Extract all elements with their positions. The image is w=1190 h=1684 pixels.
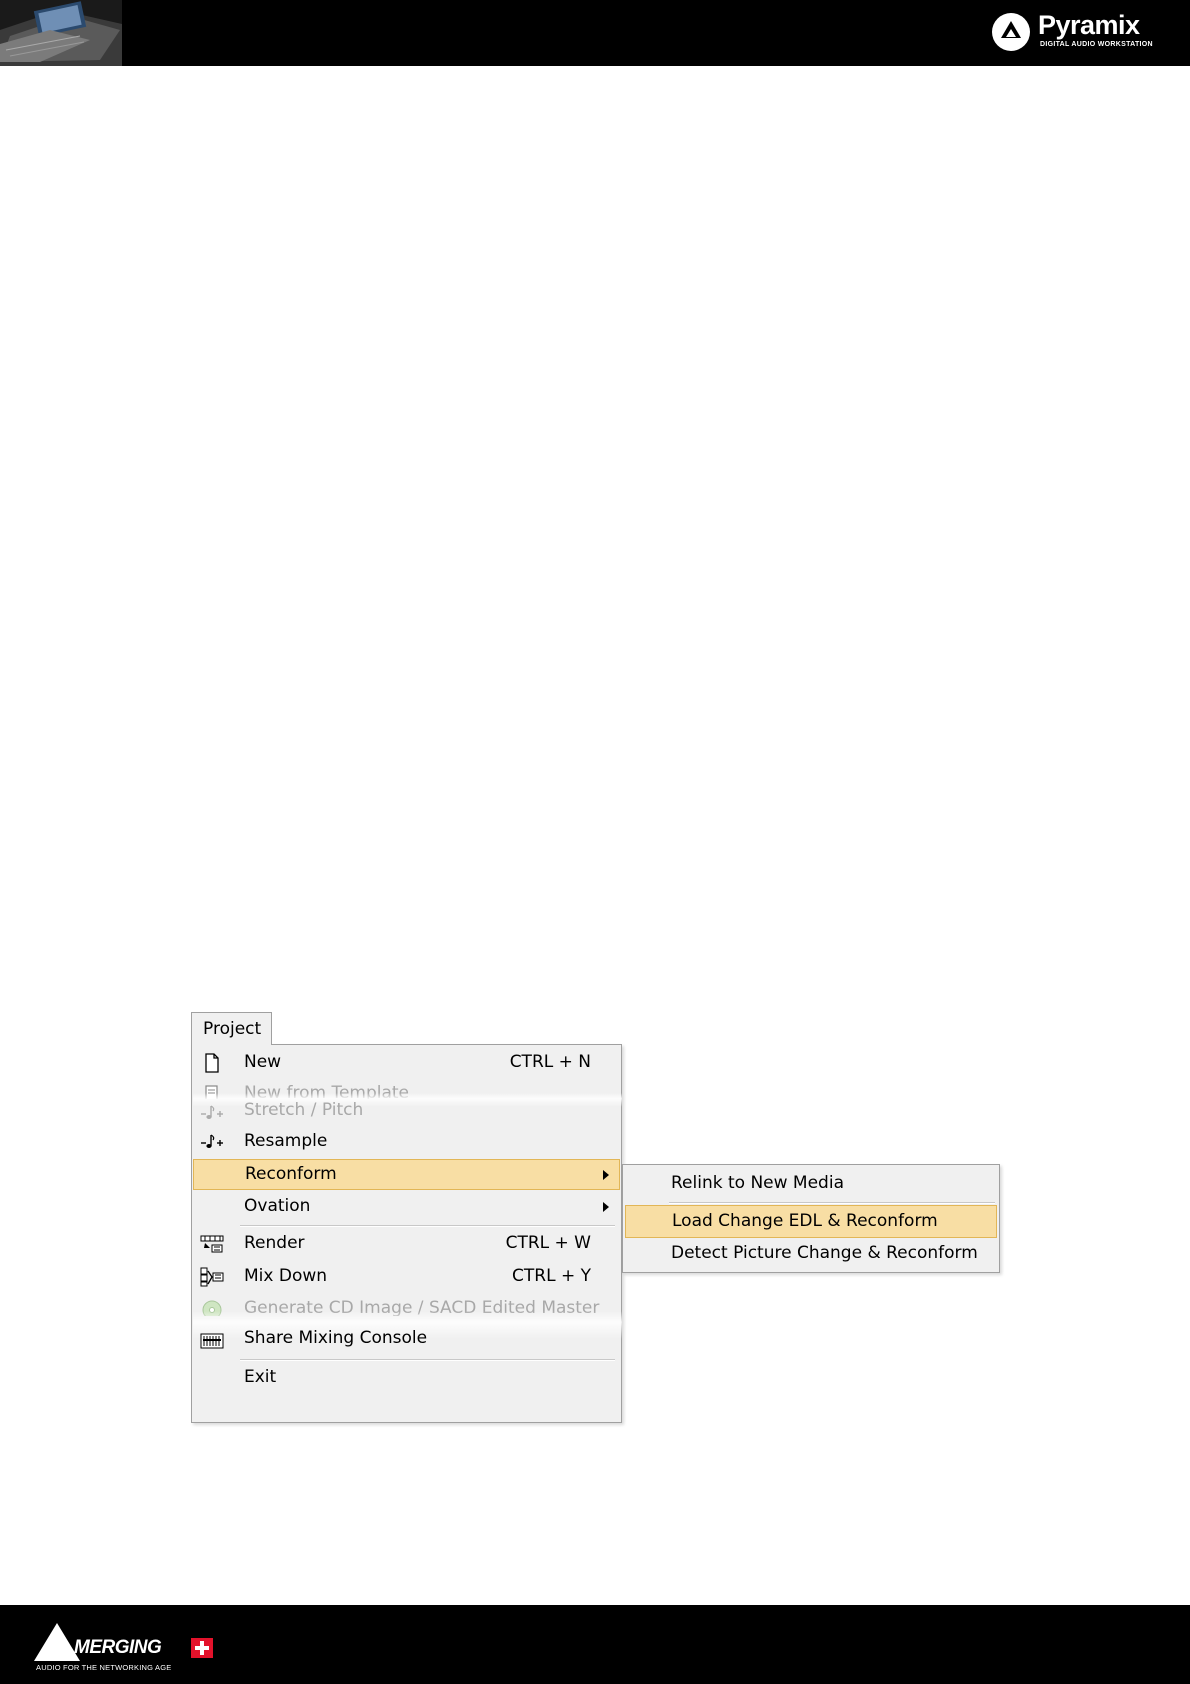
menu-item-resample[interactable]: Resample <box>194 1127 619 1158</box>
menu-separator <box>240 1359 615 1361</box>
submenu-item-detect-picture-change[interactable]: Detect Picture Change & Reconform <box>625 1238 997 1271</box>
menu-item-reconform[interactable]: Reconform <box>193 1159 620 1190</box>
menu-separator <box>669 1202 995 1204</box>
menu-item-share-mixing-console[interactable]: Share Mixing Console <box>194 1325 619 1356</box>
submenu-item-load-change-edl[interactable]: Load Change EDL & Reconform <box>625 1205 997 1238</box>
menu-item-mix-down[interactable]: Mix Down CTRL + Y <box>194 1262 619 1293</box>
menu-item-ovation[interactable]: Ovation <box>194 1192 619 1223</box>
note-icon <box>200 1103 224 1123</box>
submenu-item-label: Load Change EDL & Reconform <box>672 1211 938 1231</box>
menu-item-stretch-pitch: Stretch / Pitch <box>194 1098 619 1126</box>
mixdown-icon <box>200 1267 224 1287</box>
menu-item-label: Render <box>244 1233 305 1253</box>
menu-title-project[interactable]: Project <box>191 1012 272 1045</box>
menu-item-shortcut: CTRL + N <box>509 1052 591 1072</box>
merging-logo-tagline: AUDIO FOR THE NETWORKING AGE <box>36 1663 172 1672</box>
pyramix-logo-name: Pyramix <box>1038 10 1140 40</box>
pyramix-logo-tagline: DIGITAL AUDIO WORKSTATION <box>1040 41 1153 48</box>
note-icon <box>200 1132 224 1152</box>
merging-logo-name: MERGING <box>74 1637 162 1658</box>
render-icon <box>200 1234 224 1254</box>
menu-item-label: Reconform <box>245 1164 337 1184</box>
submenu-arrow-icon <box>603 1202 609 1212</box>
project-menu-panel: New CTRL + N New from Template Stretch /… <box>191 1044 622 1423</box>
menu-item-label: Ovation <box>244 1196 311 1216</box>
menu-separator <box>240 1225 615 1227</box>
menu-item-shortcut: CTRL + W <box>505 1233 591 1253</box>
studio-photo <box>0 0 122 66</box>
menu-item-label: New <box>244 1052 282 1072</box>
swiss-cross-icon <box>191 1638 213 1658</box>
pyramix-logo-icon <box>992 13 1030 51</box>
submenu-arrow-icon <box>603 1170 609 1180</box>
page-footer: MERGING AUDIO FOR THE NETWORKING AGE <box>0 1605 1190 1684</box>
document-icon <box>200 1053 224 1073</box>
project-menu-screenshot: Project New CTRL + N New from Template S… <box>191 1012 1001 1424</box>
submenu-item-label: Relink to New Media <box>671 1173 844 1193</box>
submenu-item-relink-to-new-media[interactable]: Relink to New Media <box>625 1167 997 1200</box>
merging-logo: MERGING AUDIO FOR THE NETWORKING AGE <box>34 1623 214 1673</box>
menu-item-label: Share Mixing Console <box>244 1328 428 1348</box>
menu-item-new[interactable]: New CTRL + N <box>194 1048 619 1079</box>
menu-item-exit[interactable]: Exit <box>194 1363 619 1394</box>
pyramix-logo: Pyramix DIGITAL AUDIO WORKSTATION <box>992 10 1172 54</box>
menu-item-label: Resample <box>244 1131 328 1151</box>
menu-item-label: Exit <box>244 1367 277 1387</box>
reconform-submenu: Relink to New Media Load Change EDL & Re… <box>622 1164 1000 1273</box>
menu-item-label: Mix Down <box>244 1266 328 1286</box>
menu-item-label: Stretch / Pitch <box>244 1100 364 1120</box>
menu-item-render[interactable]: Render CTRL + W <box>194 1229 619 1260</box>
submenu-item-label: Detect Picture Change & Reconform <box>671 1243 978 1263</box>
menu-item-shortcut: CTRL + Y <box>512 1266 591 1286</box>
console-icon <box>200 1330 224 1350</box>
page-header: Pyramix DIGITAL AUDIO WORKSTATION <box>0 0 1190 66</box>
